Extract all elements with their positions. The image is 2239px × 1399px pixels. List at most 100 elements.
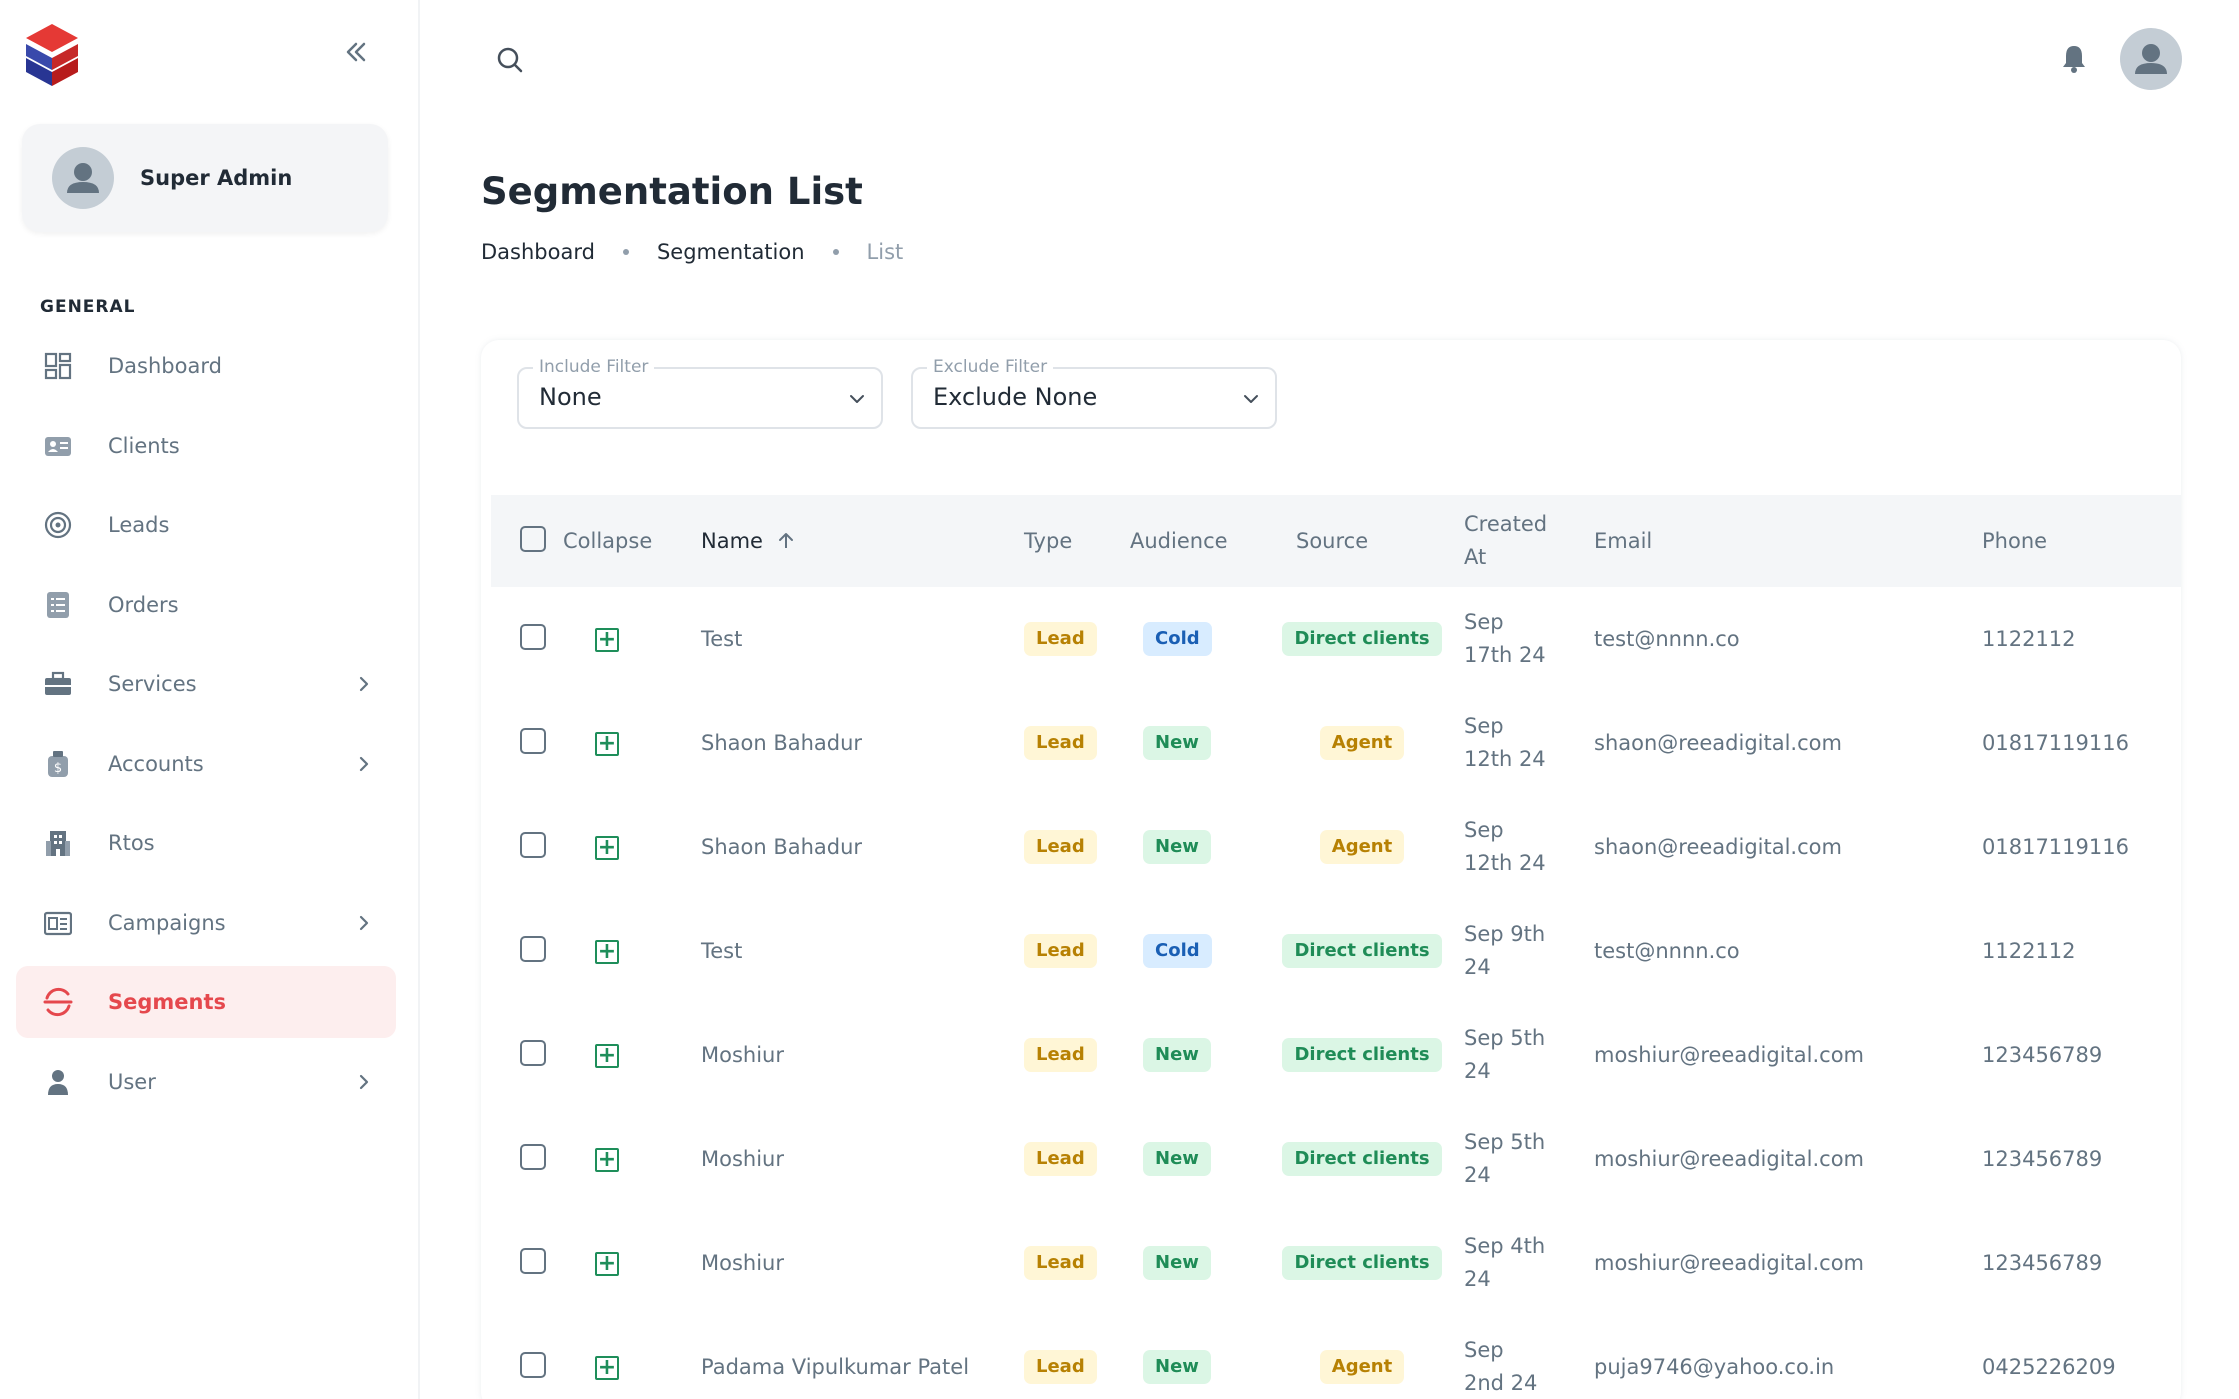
breadcrumb-segmentation[interactable]: Segmentation	[657, 240, 805, 264]
sidebar-item-rtos[interactable]: Rtos	[16, 807, 396, 879]
cell-name: Test	[701, 627, 743, 651]
cell-name: Padama Vipulkumar Patel	[701, 1355, 970, 1379]
exclude-filter-select[interactable]: Exclude Filter Exclude None	[911, 357, 1277, 429]
user-icon	[42, 1066, 74, 1098]
cell-name: Moshiur	[701, 1147, 784, 1171]
expand-row-button[interactable]: +	[595, 627, 619, 652]
sidebar-item-segments[interactable]: Segments	[16, 966, 396, 1038]
source-badge: Direct clients	[1282, 934, 1442, 968]
audience-badge: Cold	[1143, 934, 1212, 968]
cell-type: Lead	[1024, 899, 1130, 1003]
chevron-right-icon	[359, 676, 369, 692]
double-chevron-left-icon	[346, 42, 366, 62]
row-checkbox[interactable]	[520, 935, 546, 962]
building-icon	[42, 827, 74, 859]
segmentation-table: Collapse Name Type Audience Source Creat…	[491, 495, 2181, 1399]
created-at-line1: Sep	[1464, 610, 1504, 634]
type-badge: Lead	[1024, 830, 1097, 864]
sidebar-item-label: Orders	[108, 592, 179, 617]
plus-icon: +	[597, 1354, 617, 1380]
notifications-button[interactable]	[2056, 40, 2092, 76]
expand-row-button[interactable]: +	[595, 1354, 619, 1380]
sidebar-item-services[interactable]: Services	[16, 648, 396, 720]
cell-name: Shaon Bahadur	[701, 731, 863, 755]
sidebar-item-user[interactable]: User	[16, 1046, 396, 1118]
row-checkbox[interactable]	[520, 1351, 546, 1378]
audience-badge: New	[1143, 1038, 1211, 1072]
row-checkbox[interactable]	[520, 623, 546, 650]
newspaper-icon	[42, 907, 74, 939]
column-header-name-label: Name	[701, 529, 763, 553]
chevron-right-icon	[359, 1074, 369, 1089]
source-badge: Agent	[1319, 726, 1405, 760]
table-row[interactable]: + Padama Vipulkumar Patel Lead New Agent Sep 2…	[491, 1315, 2181, 1399]
cell-audience: New	[1130, 691, 1260, 795]
table-row[interactable]: + Test Lead Cold Direct clients Sep 17th 24 tes…	[491, 587, 2181, 691]
created-at-line2: 17th 24	[1464, 643, 1546, 667]
sort-ascending-icon	[778, 533, 793, 548]
cell-phone: 123456789	[1982, 1251, 2103, 1275]
sidebar-item-dashboard[interactable]: Dashboard	[16, 330, 396, 402]
row-select-cell	[491, 1107, 563, 1211]
select-all-checkbox[interactable]	[520, 525, 546, 552]
table-row[interactable]: + Test Lead Cold Direct clients Sep 9th 24 test…	[491, 899, 2181, 1003]
account-card[interactable]: Super Admin	[22, 124, 388, 232]
collapse-sidebar-button[interactable]	[340, 36, 372, 68]
plus-icon: +	[597, 730, 617, 756]
expand-row-button[interactable]: +	[595, 730, 619, 756]
row-checkbox[interactable]	[520, 727, 546, 754]
row-checkbox[interactable]	[520, 1039, 546, 1066]
row-checkbox[interactable]	[520, 831, 546, 858]
row-select-cell	[491, 691, 563, 795]
profile-avatar-button[interactable]	[2120, 28, 2182, 90]
column-header-name[interactable]: Name	[701, 495, 1024, 587]
cell-source: Direct clients	[1260, 1003, 1464, 1107]
table-row[interactable]: + Moshiur Lead New Direct clients Sep 4th 24 mo…	[491, 1211, 2181, 1315]
sidebar-item-label: Leads	[108, 513, 170, 537]
row-select-cell	[491, 899, 563, 1003]
type-badge: Lead	[1024, 1246, 1097, 1280]
cell-source: Agent	[1260, 795, 1464, 899]
cell-email: test@nnnn.co	[1594, 627, 1740, 651]
table-row[interactable]: + Moshiur Lead New Direct clients Sep 5th 24 mo…	[491, 1107, 2181, 1211]
row-expand-cell: +	[563, 691, 701, 795]
sidebar-item-accounts[interactable]: $ Accounts	[16, 728, 396, 800]
table-row[interactable]: + Shaon Bahadur Lead New Agent Sep 12th 24 shao…	[491, 795, 2181, 899]
cell-name: Moshiur	[701, 1043, 784, 1067]
cell-name: Moshiur	[701, 1251, 784, 1275]
expand-row-button[interactable]: +	[595, 939, 619, 964]
cell-audience: New	[1130, 1211, 1260, 1315]
include-filter-select[interactable]: Include Filter None	[517, 357, 883, 429]
sidebar-item-clients[interactable]: Clients	[16, 410, 396, 482]
sidebar-item-orders[interactable]: Orders	[16, 569, 396, 641]
expand-row-button[interactable]: +	[595, 835, 619, 860]
table-row[interactable]: + Shaon Bahadur Lead New Agent Sep 12th 24 shao…	[491, 691, 2181, 795]
app-logo[interactable]	[26, 24, 78, 86]
source-badge: Agent	[1319, 830, 1405, 864]
audience-badge: New	[1143, 1350, 1211, 1384]
segment-icon	[42, 986, 74, 1018]
row-checkbox[interactable]	[520, 1247, 546, 1274]
user-avatar-icon	[2135, 44, 2167, 74]
cell-created-at: Sep 12th 24	[1464, 691, 1594, 795]
cell-source: Direct clients	[1260, 587, 1464, 691]
column-header-email: Email	[1594, 529, 1653, 553]
breadcrumb-dashboard[interactable]: Dashboard	[481, 240, 595, 264]
cell-created-at: Sep 4th 24	[1464, 1211, 1594, 1315]
sidebar-item-leads[interactable]: Leads	[16, 489, 396, 561]
cell-email: moshiur@reeadigital.com	[1594, 1147, 1865, 1171]
row-checkbox[interactable]	[520, 1143, 546, 1170]
expand-row-button[interactable]: +	[595, 1147, 619, 1172]
sidebar-item-campaigns[interactable]: Campaigns	[16, 887, 396, 959]
svg-text:$: $	[54, 761, 62, 776]
created-at-line2: 24	[1464, 1163, 1491, 1187]
breadcrumb-separator	[622, 249, 629, 255]
cell-type: Lead	[1024, 1003, 1130, 1107]
search-button[interactable]	[492, 42, 528, 78]
source-badge: Agent	[1319, 1350, 1405, 1384]
expand-row-button[interactable]: +	[595, 1043, 619, 1068]
table-row[interactable]: + Moshiur Lead New Direct clients Sep 5th 24 mo…	[491, 1003, 2181, 1107]
row-select-cell	[491, 1003, 563, 1107]
expand-row-button[interactable]: +	[595, 1251, 619, 1276]
include-filter-value: None	[539, 383, 602, 411]
